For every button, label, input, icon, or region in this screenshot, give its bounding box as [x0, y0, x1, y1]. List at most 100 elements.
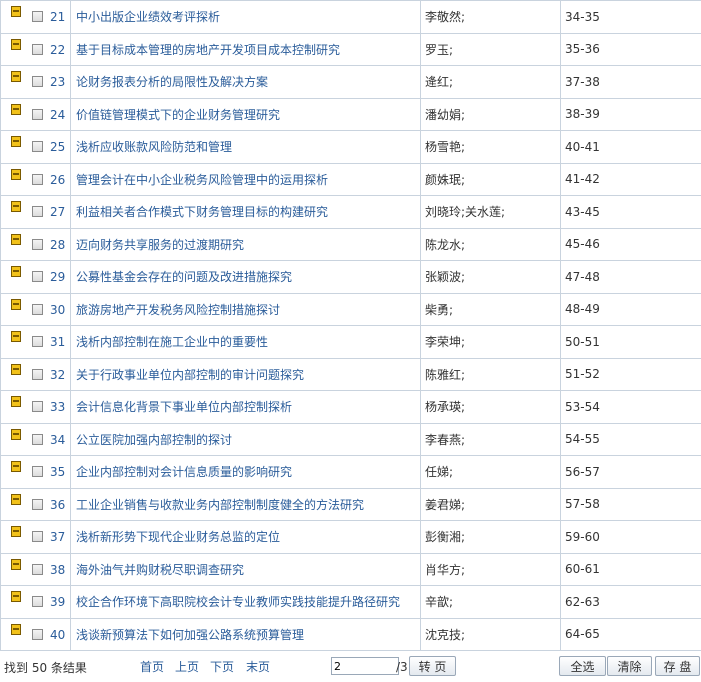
article-author: 杨雪艳; — [421, 131, 561, 164]
article-title-link[interactable]: 校企合作环境下高职院校会计专业教师实践技能提升路径研究 — [71, 586, 421, 619]
row-checkbox[interactable] — [32, 239, 43, 250]
table-row: 39校企合作环境下高职院校会计专业教师实践技能提升路径研究辛歆;62-63 — [1, 586, 701, 619]
article-title-link[interactable]: 企业内部控制对会计信息质量的影响研究 — [71, 456, 421, 489]
row-checkbox[interactable] — [32, 336, 43, 347]
row-number: 25 — [50, 140, 65, 154]
save-button[interactable]: 存 盘 — [655, 656, 700, 676]
row-number: 40 — [50, 628, 65, 642]
article-pages: 34-35 — [561, 1, 701, 34]
document-icon[interactable] — [11, 6, 21, 17]
row-checkbox[interactable] — [32, 174, 43, 185]
table-row: 28迈向财务共享服务的过渡期研究陈龙水;45-46 — [1, 228, 701, 261]
article-pages: 54-55 — [561, 423, 701, 456]
row-number: 27 — [50, 205, 65, 219]
article-title-link[interactable]: 浅析新形势下现代企业财务总监的定位 — [71, 521, 421, 554]
article-title-link[interactable]: 浅析应收账款风险防范和管理 — [71, 131, 421, 164]
document-icon[interactable] — [11, 266, 21, 277]
row-checkbox[interactable] — [32, 11, 43, 22]
document-icon[interactable] — [11, 136, 21, 147]
row-checkbox[interactable] — [32, 109, 43, 120]
article-author: 颜姝珉; — [421, 163, 561, 196]
document-icon[interactable] — [11, 429, 21, 440]
row-checkbox[interactable] — [32, 629, 43, 640]
go-page-button[interactable]: 转 页 — [409, 656, 456, 676]
row-number: 29 — [50, 270, 65, 284]
article-pages: 53-54 — [561, 391, 701, 424]
table-row: 26管理会计在中小企业税务风险管理中的运用探析颜姝珉;41-42 — [1, 163, 701, 196]
article-title-link[interactable]: 浅谈新预算法下如何加强公路系统预算管理 — [71, 618, 421, 651]
table-row: 34公立医院加强内部控制的探讨李春燕;54-55 — [1, 423, 701, 456]
document-icon[interactable] — [11, 234, 21, 245]
document-icon[interactable] — [11, 591, 21, 602]
last-page-link[interactable]: 末页 — [246, 658, 270, 675]
row-checkbox[interactable] — [32, 596, 43, 607]
article-author: 陈龙水; — [421, 228, 561, 261]
document-icon[interactable] — [11, 461, 21, 472]
row-checkbox[interactable] — [32, 499, 43, 510]
pagination-bar: 找到 50 条结果 首页 上页 下页 末页 /3 转 页 全选 清除 存 盘 — [0, 650, 701, 682]
row-controls: 31 — [1, 326, 71, 359]
row-checkbox[interactable] — [32, 76, 43, 87]
row-checkbox[interactable] — [32, 141, 43, 152]
document-icon[interactable] — [11, 299, 21, 310]
article-title-link[interactable]: 公立医院加强内部控制的探讨 — [71, 423, 421, 456]
row-controls: 39 — [1, 586, 71, 619]
table-row: 38海外油气并购财税尽职调查研究肖华方;60-61 — [1, 553, 701, 586]
article-pages: 57-58 — [561, 488, 701, 521]
page-number-input[interactable] — [331, 657, 399, 675]
row-checkbox[interactable] — [32, 531, 43, 542]
article-title-link[interactable]: 工业企业销售与收款业务内部控制制度健全的方法研究 — [71, 488, 421, 521]
article-title-link[interactable]: 迈向财务共享服务的过渡期研究 — [71, 228, 421, 261]
document-icon[interactable] — [11, 331, 21, 342]
row-checkbox[interactable] — [32, 401, 43, 412]
article-pages: 45-46 — [561, 228, 701, 261]
row-controls: 38 — [1, 553, 71, 586]
article-title-link[interactable]: 浅析内部控制在施工企业中的重要性 — [71, 326, 421, 359]
document-icon[interactable] — [11, 559, 21, 570]
article-author: 潘幼娟; — [421, 98, 561, 131]
article-title-link[interactable]: 基于目标成本管理的房地产开发项目成本控制研究 — [71, 33, 421, 66]
row-checkbox[interactable] — [32, 304, 43, 315]
article-title-link[interactable]: 管理会计在中小企业税务风险管理中的运用探析 — [71, 163, 421, 196]
article-title-link[interactable]: 公募性基金会存在的问题及改进措施探究 — [71, 261, 421, 294]
table-row: 31浅析内部控制在施工企业中的重要性李荣坤;50-51 — [1, 326, 701, 359]
document-icon[interactable] — [11, 526, 21, 537]
table-row: 33会计信息化背景下事业单位内部控制探析杨承瑛;53-54 — [1, 391, 701, 424]
row-checkbox[interactable] — [32, 271, 43, 282]
row-controls: 34 — [1, 423, 71, 456]
article-title-link[interactable]: 利益相关者合作模式下财务管理目标的构建研究 — [71, 196, 421, 229]
first-page-link[interactable]: 首页 — [140, 658, 164, 675]
results-table: 21中小出版企业绩效考评探析李敬然;34-3522基于目标成本管理的房地产开发项… — [0, 0, 701, 651]
document-icon[interactable] — [11, 396, 21, 407]
article-title-link[interactable]: 会计信息化背景下事业单位内部控制探析 — [71, 391, 421, 424]
select-all-button[interactable]: 全选 — [559, 656, 606, 676]
document-icon[interactable] — [11, 39, 21, 50]
row-number: 33 — [50, 400, 65, 414]
row-checkbox[interactable] — [32, 434, 43, 445]
table-row: 37浅析新形势下现代企业财务总监的定位彭衡湘;59-60 — [1, 521, 701, 554]
prev-page-link[interactable]: 上页 — [175, 658, 199, 675]
row-checkbox[interactable] — [32, 466, 43, 477]
document-icon[interactable] — [11, 71, 21, 82]
row-checkbox[interactable] — [32, 44, 43, 55]
row-number: 34 — [50, 433, 65, 447]
article-title-link[interactable]: 海外油气并购财税尽职调查研究 — [71, 553, 421, 586]
article-title-link[interactable]: 中小出版企业绩效考评探析 — [71, 1, 421, 34]
article-title-link[interactable]: 关于行政事业单位内部控制的审计问题探究 — [71, 358, 421, 391]
row-controls: 36 — [1, 488, 71, 521]
document-icon[interactable] — [11, 201, 21, 212]
article-title-link[interactable]: 价值链管理模式下的企业财务管理研究 — [71, 98, 421, 131]
row-checkbox[interactable] — [32, 564, 43, 575]
document-icon[interactable] — [11, 624, 21, 635]
article-title-link[interactable]: 旅游房地产开发税务风险控制措施探讨 — [71, 293, 421, 326]
document-icon[interactable] — [11, 169, 21, 180]
row-controls: 28 — [1, 228, 71, 261]
document-icon[interactable] — [11, 494, 21, 505]
row-checkbox[interactable] — [32, 206, 43, 217]
document-icon[interactable] — [11, 364, 21, 375]
row-checkbox[interactable] — [32, 369, 43, 380]
article-title-link[interactable]: 论财务报表分析的局限性及解决方案 — [71, 66, 421, 99]
next-page-link[interactable]: 下页 — [210, 658, 234, 675]
document-icon[interactable] — [11, 104, 21, 115]
clear-button[interactable]: 清除 — [607, 656, 652, 676]
